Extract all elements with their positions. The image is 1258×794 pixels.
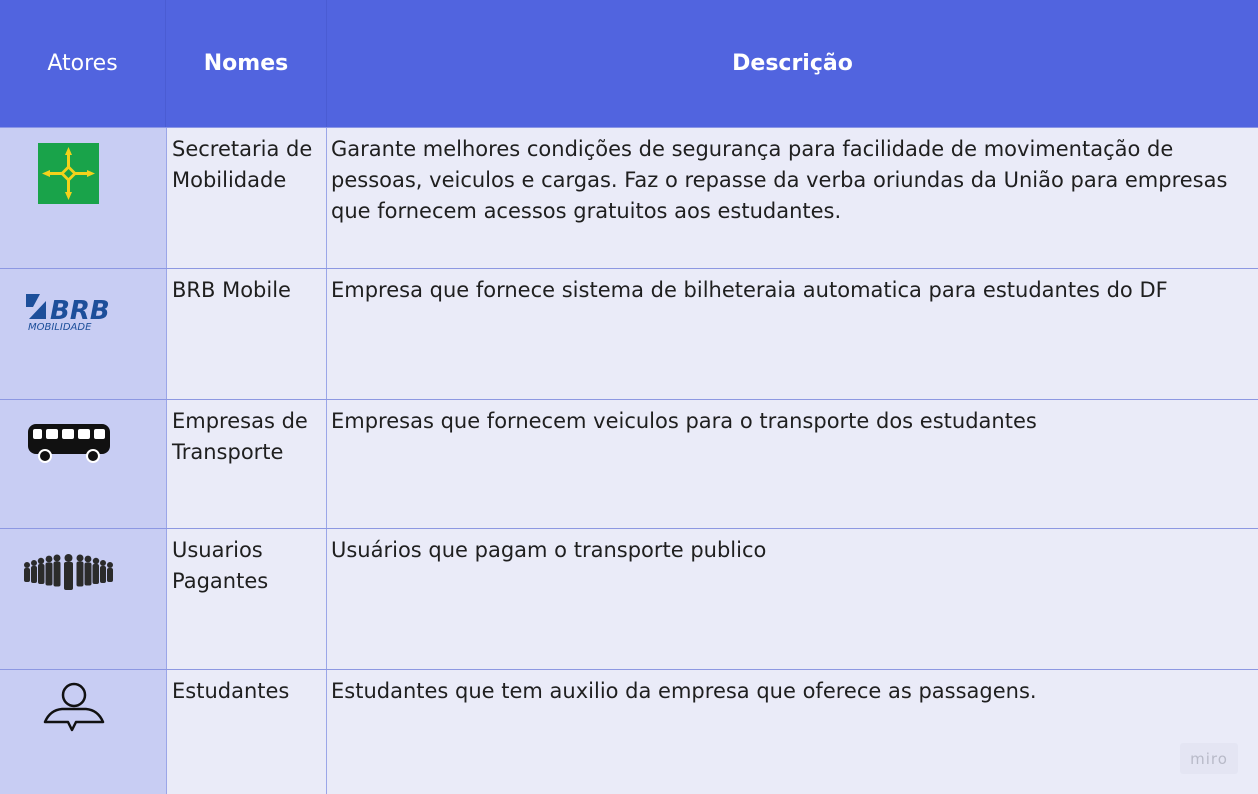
actor-description: Usuários que pagam o transporte publico bbox=[331, 538, 767, 562]
actor-name: Estudantes bbox=[172, 679, 290, 703]
table-row: Usuarios Pagantes Usuários que pagam o t… bbox=[0, 529, 1258, 669]
brb-logo-subtext: MOBILIDADE bbox=[28, 322, 92, 333]
actor-description: Estudantes que tem auxilio da empresa qu… bbox=[331, 679, 1037, 703]
crowd-icon bbox=[24, 554, 113, 590]
table-row: BRB MOBILIDADE BRB Mobile Empresa que fo… bbox=[0, 269, 1258, 399]
actor-name: Empresas de Transporte bbox=[172, 409, 308, 464]
actor-description: Empresa que fornece sistema de bilhetera… bbox=[331, 278, 1168, 302]
actor-description: Garante melhores condições de segurança … bbox=[331, 137, 1228, 223]
actor-name: Secretaria de Mobilidade bbox=[172, 137, 313, 192]
actor-name: BRB Mobile bbox=[172, 278, 291, 302]
header-actors: Atores bbox=[47, 51, 118, 76]
actor-name: Usuarios Pagantes bbox=[172, 538, 269, 593]
df-flag-icon bbox=[38, 143, 99, 204]
table-header: Atores Nomes Descrição bbox=[0, 0, 1258, 128]
table-row: Empresas de Transporte Empresas que forn… bbox=[0, 400, 1258, 528]
table-row: Secretaria de Mobilidade Garante melhore… bbox=[0, 128, 1258, 268]
header-names: Nomes bbox=[203, 51, 289, 76]
table-row: Estudantes Estudantes que tem auxilio da… bbox=[0, 670, 1258, 794]
header-description: Descrição bbox=[732, 51, 853, 76]
bus-icon bbox=[28, 424, 110, 463]
user-icon bbox=[43, 682, 105, 732]
brb-logo-icon: BRB MOBILIDADE bbox=[26, 294, 110, 333]
actor-description: Empresas que fornecem veiculos para o tr… bbox=[331, 409, 1037, 433]
miro-watermark: miro bbox=[1180, 743, 1238, 774]
